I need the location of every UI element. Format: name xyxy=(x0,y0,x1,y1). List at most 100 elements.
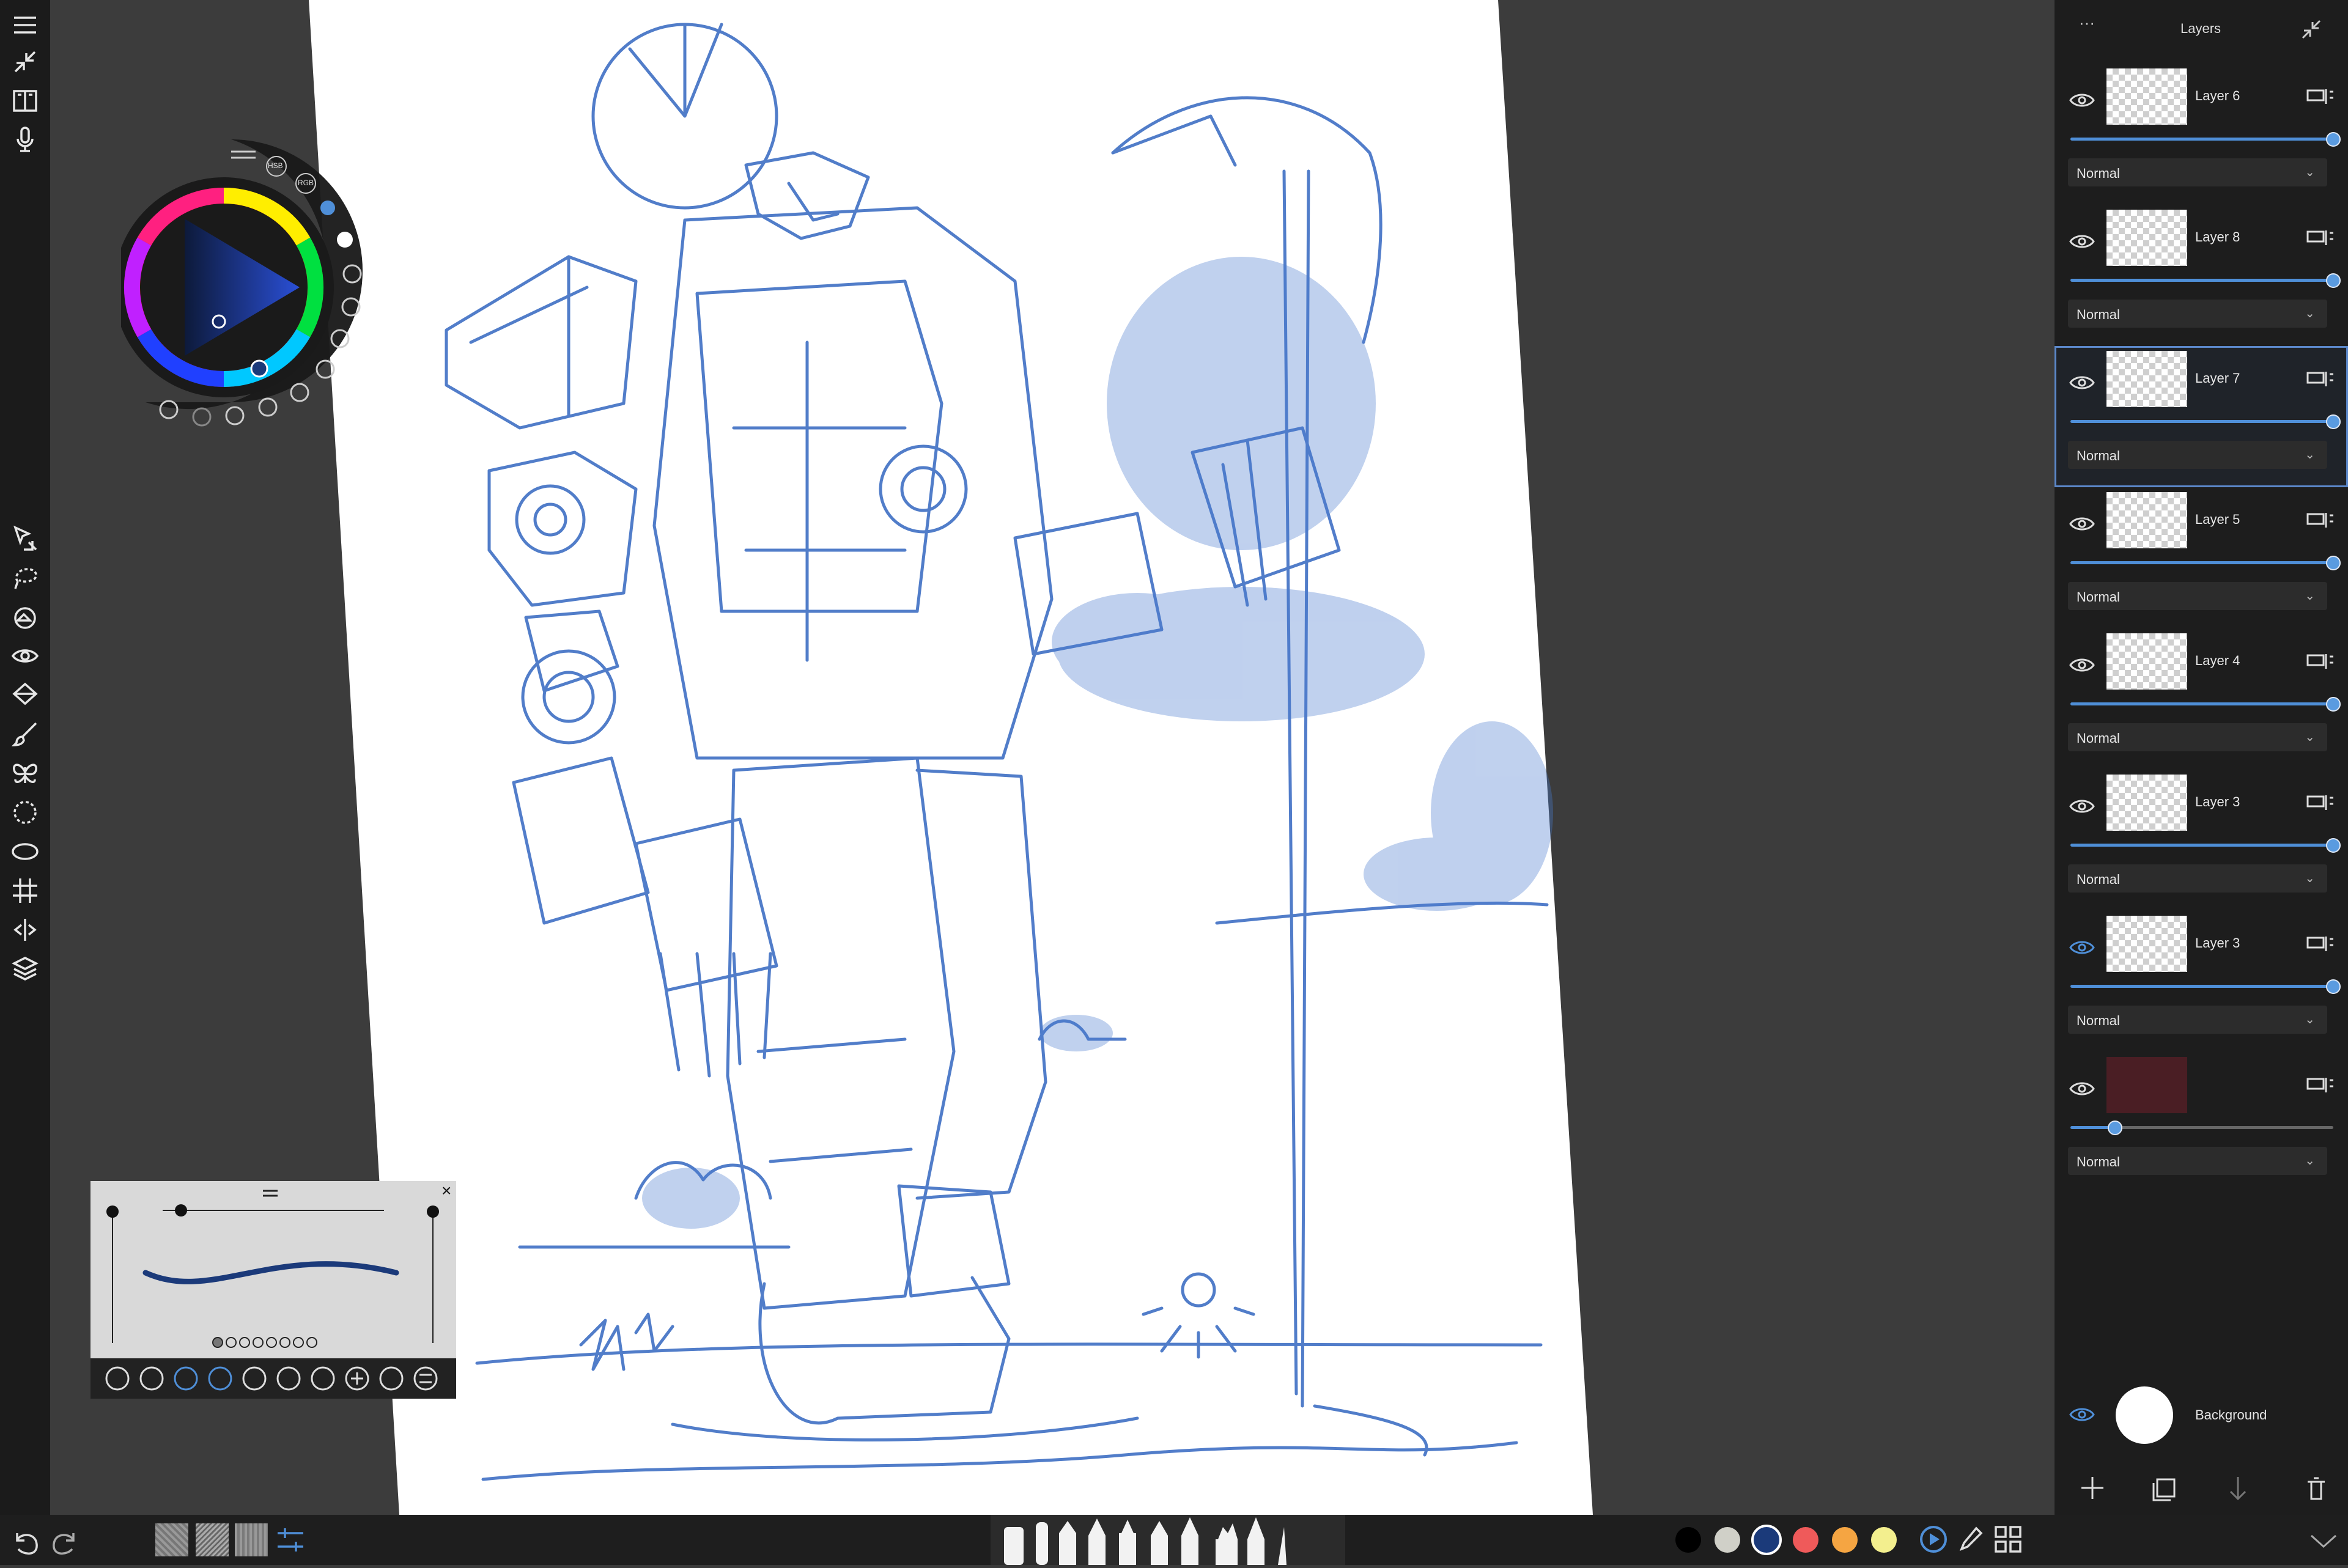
lasso-icon[interactable] xyxy=(7,560,43,595)
scatter-icon[interactable] xyxy=(242,1366,267,1391)
blend-mode-select[interactable]: Normal ⌄ xyxy=(2068,864,2327,893)
redo-icon[interactable] xyxy=(49,1523,79,1556)
paper-texture-3[interactable] xyxy=(235,1523,268,1556)
symmetry-icon[interactable] xyxy=(7,912,43,948)
opacity-slider-knob[interactable] xyxy=(2326,414,2341,429)
swap-icon[interactable] xyxy=(290,383,309,402)
layer-options-icon[interactable] xyxy=(2305,508,2336,532)
merge-down-icon[interactable] xyxy=(2229,1477,2246,1501)
layers-icon[interactable] xyxy=(7,951,43,987)
opacity-slider[interactable] xyxy=(2070,561,2333,564)
opacity-slider[interactable] xyxy=(2070,844,2333,847)
lock-icon[interactable] xyxy=(276,1366,301,1391)
blend-mode-select[interactable]: Normal ⌄ xyxy=(2068,1006,2327,1034)
stack-icon[interactable] xyxy=(258,397,278,417)
layer-thumbnail[interactable] xyxy=(2106,916,2187,972)
collapse-icon[interactable] xyxy=(7,44,43,79)
play-swatches-icon[interactable] xyxy=(1918,1523,1949,1555)
layer-thumbnail[interactable] xyxy=(2106,1057,2187,1113)
current-color-swatch[interactable] xyxy=(337,232,353,248)
ellipse-icon[interactable] xyxy=(7,834,43,869)
redo-color-icon[interactable] xyxy=(192,407,212,427)
pen-brush-icon[interactable] xyxy=(1088,1518,1106,1565)
layer-row[interactable]: Layer 6 Normal ⌄ xyxy=(2054,64,2348,205)
ink-pen-icon[interactable] xyxy=(1181,1517,1198,1565)
visibility-eye-icon[interactable] xyxy=(2068,512,2096,536)
color-swatch[interactable] xyxy=(1871,1527,1897,1553)
layers-more-button[interactable]: ··· xyxy=(2079,13,2095,32)
crayon-icon[interactable] xyxy=(1151,1521,1168,1565)
stabilizer-icon[interactable] xyxy=(105,1366,130,1391)
brush-icon[interactable] xyxy=(7,716,43,752)
color-swatch[interactable] xyxy=(1832,1527,1858,1553)
background-layer[interactable]: Background xyxy=(2054,1375,2348,1455)
paper-settings-icon[interactable] xyxy=(275,1526,306,1554)
velocity-icon[interactable] xyxy=(208,1366,232,1391)
lock-color-icon[interactable] xyxy=(316,359,335,379)
dots-icon[interactable] xyxy=(225,406,245,425)
microphone-icon[interactable] xyxy=(7,122,43,158)
color-sets-icon[interactable] xyxy=(1992,1523,2024,1555)
opacity-slider-knob[interactable] xyxy=(2326,132,2341,147)
color-swatch[interactable] xyxy=(1793,1527,1818,1553)
visibility-eye-icon[interactable] xyxy=(2068,935,2096,960)
layer-thumbnail[interactable] xyxy=(2106,68,2187,125)
opacity-slider[interactable] xyxy=(2070,279,2333,282)
visibility-eye-icon[interactable] xyxy=(2068,653,2096,677)
color-puck[interactable]: HSB RGB xyxy=(114,133,378,439)
visibility-eye-icon[interactable] xyxy=(2068,1077,2096,1101)
layer-options-icon[interactable] xyxy=(2305,1073,2336,1097)
paper-texture-1[interactable] xyxy=(155,1523,188,1556)
opacity-slider[interactable] xyxy=(2070,702,2333,705)
layer-options-icon[interactable] xyxy=(2305,649,2336,674)
undo-icon[interactable] xyxy=(11,1523,42,1556)
layer-row[interactable]: Layer 3 Normal ⌄ xyxy=(2054,770,2348,911)
layer-thumbnail[interactable] xyxy=(2106,210,2187,266)
opacity-slider[interactable] xyxy=(2070,985,2333,988)
paintbrush-icon[interactable] xyxy=(1247,1517,1264,1565)
color-swatch[interactable] xyxy=(1715,1527,1740,1553)
brush-panel-close-button[interactable]: × xyxy=(441,1181,451,1201)
blend-mode-select[interactable]: Normal ⌄ xyxy=(2068,441,2327,469)
airbrush-icon[interactable] xyxy=(1059,1521,1076,1565)
layer-options-icon[interactable] xyxy=(2305,226,2336,250)
layer-row[interactable]: Layer 5 Normal ⌄ xyxy=(2054,487,2348,628)
blend-mode-select[interactable]: Normal ⌄ xyxy=(2068,582,2327,610)
delete-icon[interactable] xyxy=(379,1366,404,1391)
blend-mode-select[interactable]: Normal ⌄ xyxy=(2068,723,2327,751)
paper-texture-2[interactable] xyxy=(196,1523,229,1556)
layer-row[interactable]: Layer 8 Normal ⌄ xyxy=(2054,205,2348,346)
play-icon[interactable] xyxy=(320,201,335,215)
layer-row[interactable]: Layer 3 Normal ⌄ xyxy=(2054,911,2348,1052)
opacity-slider-knob[interactable] xyxy=(2326,273,2341,288)
visibility-eye-icon[interactable] xyxy=(2068,88,2096,112)
layer-thumbnail[interactable] xyxy=(2106,351,2187,407)
grid-icon[interactable] xyxy=(7,873,43,908)
fill-icon[interactable] xyxy=(7,599,43,635)
opacity-slider-knob[interactable] xyxy=(2108,1121,2123,1135)
eyedropper-tool-icon[interactable] xyxy=(1954,1523,1986,1555)
book-icon[interactable] xyxy=(7,83,43,119)
hue-knob[interactable] xyxy=(250,359,268,378)
visibility-eye-icon[interactable] xyxy=(2068,794,2096,819)
layer-thumbnail[interactable] xyxy=(2106,633,2187,690)
collapse-panel-icon[interactable] xyxy=(2299,17,2324,42)
opacity-slider[interactable] xyxy=(2070,138,2333,141)
layer-options-icon[interactable] xyxy=(2305,84,2336,109)
opacity-slider-knob[interactable] xyxy=(2326,979,2341,994)
opacity-slider-knob[interactable] xyxy=(2326,556,2341,570)
puck-handle-icon[interactable] xyxy=(231,150,256,159)
opacity-slider-knob[interactable] xyxy=(2326,697,2341,712)
layer-options-icon[interactable] xyxy=(2305,790,2336,815)
color-swatch[interactable] xyxy=(1751,1525,1782,1555)
marker-brush-icon[interactable] xyxy=(1004,1527,1024,1565)
blend-mode-select[interactable]: Normal ⌄ xyxy=(2068,158,2327,186)
visibility-eye-icon[interactable] xyxy=(2068,1402,2096,1427)
background-color-swatch[interactable] xyxy=(2116,1386,2173,1444)
layer-options-icon[interactable] xyxy=(2305,367,2336,391)
blend-mode-select[interactable]: Normal ⌄ xyxy=(2068,300,2327,328)
blend-mode-select[interactable]: Normal ⌄ xyxy=(2068,1147,2327,1175)
visibility-eye-icon[interactable] xyxy=(2068,229,2096,254)
transform-icon[interactable] xyxy=(7,521,43,556)
eye-icon[interactable] xyxy=(7,638,43,674)
